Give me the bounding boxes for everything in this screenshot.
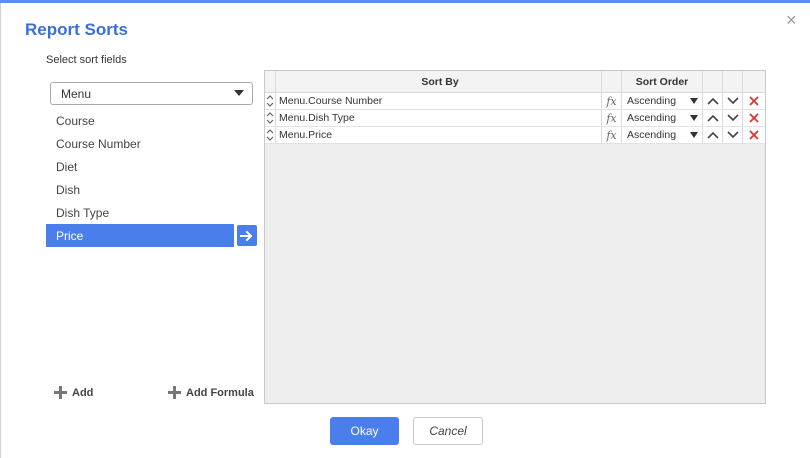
sort-field-name[interactable]: Menu.Dish Type xyxy=(276,110,602,126)
plus-icon xyxy=(168,386,181,399)
column-header-sort-order[interactable]: Sort Order xyxy=(622,71,703,92)
sort-row: Menu.Dish Type fx Ascending xyxy=(265,110,765,127)
chevron-down-icon xyxy=(690,98,698,104)
grid-header: Sort By Sort Order xyxy=(265,71,765,93)
delete-icon[interactable] xyxy=(743,93,765,109)
drag-handle-icon[interactable] xyxy=(265,110,276,126)
add-button-label: Add xyxy=(72,386,94,399)
formula-icon[interactable]: fx xyxy=(602,127,622,143)
select-fields-label: Select sort fields xyxy=(46,54,127,66)
dialog-title: Report Sorts xyxy=(25,20,128,39)
add-button[interactable]: Add xyxy=(54,386,93,399)
add-formula-button[interactable]: Add Formula xyxy=(168,386,254,399)
field-item-price[interactable]: Price xyxy=(46,224,234,247)
dialog-top-bar xyxy=(0,0,810,3)
sort-row: Menu.Price fx Ascending xyxy=(265,127,765,144)
sort-grid: Sort By Sort Order Menu.Course Number fx… xyxy=(264,70,766,404)
close-icon[interactable]: × xyxy=(786,10,797,30)
source-select-value: Menu xyxy=(61,87,92,101)
add-formula-button-label: Add Formula xyxy=(186,386,254,399)
drag-handle-icon[interactable] xyxy=(265,127,276,143)
field-item-dish-type[interactable]: Dish Type xyxy=(46,201,234,224)
sort-order-value: Ascending xyxy=(627,129,677,141)
drag-handle-icon[interactable] xyxy=(265,93,276,109)
sort-order-select[interactable]: Ascending xyxy=(622,110,703,126)
okay-button[interactable]: Okay xyxy=(330,417,399,445)
plus-icon xyxy=(54,386,67,399)
field-list: Course Course Number Diet Dish Dish Type… xyxy=(46,109,234,247)
delete-icon[interactable] xyxy=(743,110,765,126)
column-header-sort-by[interactable]: Sort By xyxy=(276,71,602,92)
source-select[interactable]: Menu xyxy=(50,82,253,105)
field-item-course[interactable]: Course xyxy=(46,109,234,132)
sort-order-value: Ascending xyxy=(627,112,677,124)
move-down-icon[interactable] xyxy=(723,93,743,109)
sort-field-name[interactable]: Menu.Course Number xyxy=(276,93,602,109)
sort-order-value: Ascending xyxy=(627,95,677,107)
field-item-diet[interactable]: Diet xyxy=(46,155,234,178)
formula-icon[interactable]: fx xyxy=(602,93,622,109)
chevron-down-icon xyxy=(690,115,698,121)
move-up-icon[interactable] xyxy=(703,93,723,109)
move-down-icon[interactable] xyxy=(723,127,743,143)
sort-order-select[interactable]: Ascending xyxy=(622,127,703,143)
delete-icon[interactable] xyxy=(743,127,765,143)
move-up-icon[interactable] xyxy=(703,110,723,126)
field-item-dish[interactable]: Dish xyxy=(46,178,234,201)
chevron-down-icon xyxy=(690,132,698,138)
sort-field-name[interactable]: Menu.Price xyxy=(276,127,602,143)
cancel-button[interactable]: Cancel xyxy=(413,417,483,445)
chevron-down-icon xyxy=(234,90,244,96)
field-item-course-number[interactable]: Course Number xyxy=(46,132,234,155)
window-edge xyxy=(0,3,1,458)
formula-icon[interactable]: fx xyxy=(602,110,622,126)
move-up-icon[interactable] xyxy=(703,127,723,143)
sort-order-select[interactable]: Ascending xyxy=(622,93,703,109)
arrow-right-icon xyxy=(240,230,253,241)
sort-row: Menu.Course Number fx Ascending xyxy=(265,93,765,110)
add-field-button[interactable] xyxy=(237,225,257,246)
move-down-icon[interactable] xyxy=(723,110,743,126)
